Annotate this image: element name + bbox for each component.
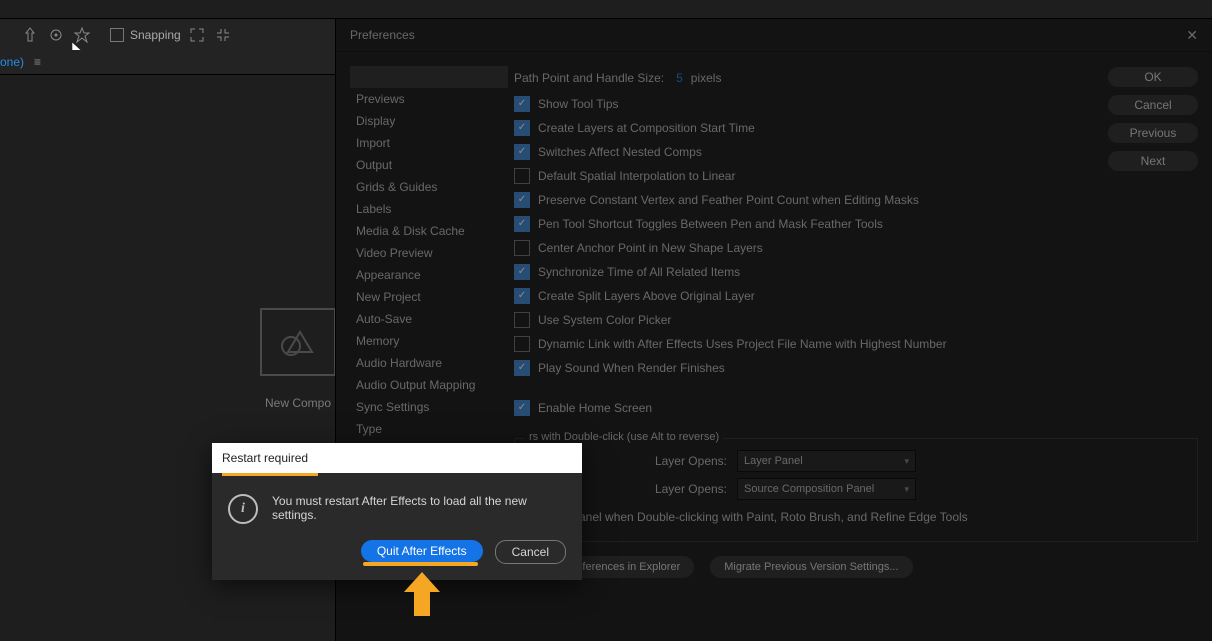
category-item[interactable]: Display	[350, 110, 508, 132]
panel-tab[interactable]: one)	[0, 55, 24, 69]
double-click-fieldset: rs with Double-click (use Alt to reverse…	[514, 438, 1198, 542]
category-item[interactable]: Auto-Save	[350, 308, 508, 330]
pref-checkbox-label: Preserve Constant Vertex and Feather Poi…	[538, 193, 919, 207]
preferences-content: Path Point and Handle Size: 5 pixels Sho…	[508, 52, 1212, 641]
category-item[interactable]: Appearance	[350, 264, 508, 286]
close-icon[interactable]: ✕	[1186, 27, 1198, 44]
chevron-down-icon: ▾	[904, 484, 909, 495]
pref-checkbox[interactable]	[514, 120, 530, 136]
pref-checkbox[interactable]	[514, 264, 530, 280]
pref-checkbox[interactable]	[514, 360, 530, 376]
category-item[interactable]: Audio Output Mapping	[350, 374, 508, 396]
category-item[interactable]	[350, 66, 508, 88]
pref-checkbox[interactable]	[514, 216, 530, 232]
modal-message: You must restart After Effects to load a…	[272, 494, 566, 522]
category-item[interactable]: Grids & Guides	[350, 176, 508, 198]
pref-checkbox-label: Default Spatial Interpolation to Linear	[538, 169, 735, 183]
category-item[interactable]: Sync Settings	[350, 396, 508, 418]
panel-menu-icon[interactable]: ≡	[34, 55, 41, 69]
restart-required-dialog: Restart required i You must restart Afte…	[212, 443, 582, 580]
pref-checkbox-label: Create Split Layers Above Original Layer	[538, 289, 755, 303]
pref-checkbox[interactable]	[514, 192, 530, 208]
chevron-down-icon: ▾	[904, 456, 909, 467]
pref-checkbox[interactable]	[514, 336, 530, 352]
category-item[interactable]: Output	[350, 154, 508, 176]
star-tool-icon[interactable]	[72, 25, 92, 45]
pref-checkbox-label: Play Sound When Render Finishes	[538, 361, 725, 375]
layer-opens-1-dropdown[interactable]: Layer Panel▾	[737, 450, 916, 472]
annotation-arrow-icon	[404, 572, 440, 619]
enable-home-label: Enable Home Screen	[538, 401, 652, 415]
annotation-underline	[363, 562, 478, 566]
category-item[interactable]: Labels	[350, 198, 508, 220]
pref-checkbox-label: Pen Tool Shortcut Toggles Between Pen an…	[538, 217, 883, 231]
expand-icon[interactable]	[187, 25, 207, 45]
pathpoint-label: Path Point and Handle Size:	[514, 71, 664, 85]
collapse-icon[interactable]	[213, 25, 233, 45]
puppet-tool-icon[interactable]	[20, 25, 40, 45]
category-item[interactable]: Audio Hardware	[350, 352, 508, 374]
pref-checkbox[interactable]	[514, 240, 530, 256]
category-item[interactable]: Media & Disk Cache	[350, 220, 508, 242]
modal-cancel-button[interactable]: Cancel	[495, 540, 566, 564]
pref-checkbox[interactable]	[514, 168, 530, 184]
open-layer-panel-label: yer Panel when Double-clicking with Pain…	[551, 510, 968, 524]
pref-checkbox-label: Center Anchor Point in New Shape Layers	[538, 241, 763, 255]
snapping-label: Snapping	[130, 28, 181, 42]
category-item[interactable]: Previews	[350, 88, 508, 110]
category-item[interactable]: New Project	[350, 286, 508, 308]
modal-title: Restart required	[212, 443, 582, 473]
snapping-checkbox[interactable]	[110, 28, 124, 42]
category-item[interactable]: Type	[350, 418, 508, 440]
pref-checkbox-label: Use System Color Picker	[538, 313, 671, 327]
layer-opens-2-dropdown[interactable]: Source Composition Panel▾	[737, 478, 916, 500]
pref-checkbox[interactable]	[514, 144, 530, 160]
dialog-title: Preferences	[350, 28, 415, 42]
pathpoint-value[interactable]: 5	[676, 71, 683, 85]
info-icon: i	[228, 494, 258, 524]
category-item[interactable]: Memory	[350, 330, 508, 352]
mesh-tool-icon[interactable]	[46, 25, 66, 45]
new-composition-placeholder[interactable]: New Compo	[260, 308, 336, 410]
new-composition-label: New Compo	[260, 396, 336, 410]
pref-checkbox-label: Create Layers at Composition Start Time	[538, 121, 755, 135]
migrate-settings-button[interactable]: Migrate Previous Version Settings...	[710, 556, 912, 578]
pref-checkbox[interactable]	[514, 96, 530, 112]
pref-checkbox[interactable]	[514, 288, 530, 304]
pref-checkbox-label: Dynamic Link with After Effects Uses Pro…	[538, 337, 947, 351]
pref-checkbox[interactable]	[514, 312, 530, 328]
pathpoint-unit: pixels	[691, 71, 722, 85]
pref-checkbox-label: Show Tool Tips	[538, 97, 619, 111]
fieldset-label: rs with Double-click (use Alt to reverse…	[525, 431, 723, 443]
pref-checkbox-label: Switches Affect Nested Comps	[538, 145, 702, 159]
category-item[interactable]: Video Preview	[350, 242, 508, 264]
quit-button[interactable]: Quit After Effects	[361, 540, 483, 562]
enable-home-checkbox[interactable]	[514, 400, 530, 416]
pref-checkbox-label: Synchronize Time of All Related Items	[538, 265, 740, 279]
category-item[interactable]: Import	[350, 132, 508, 154]
